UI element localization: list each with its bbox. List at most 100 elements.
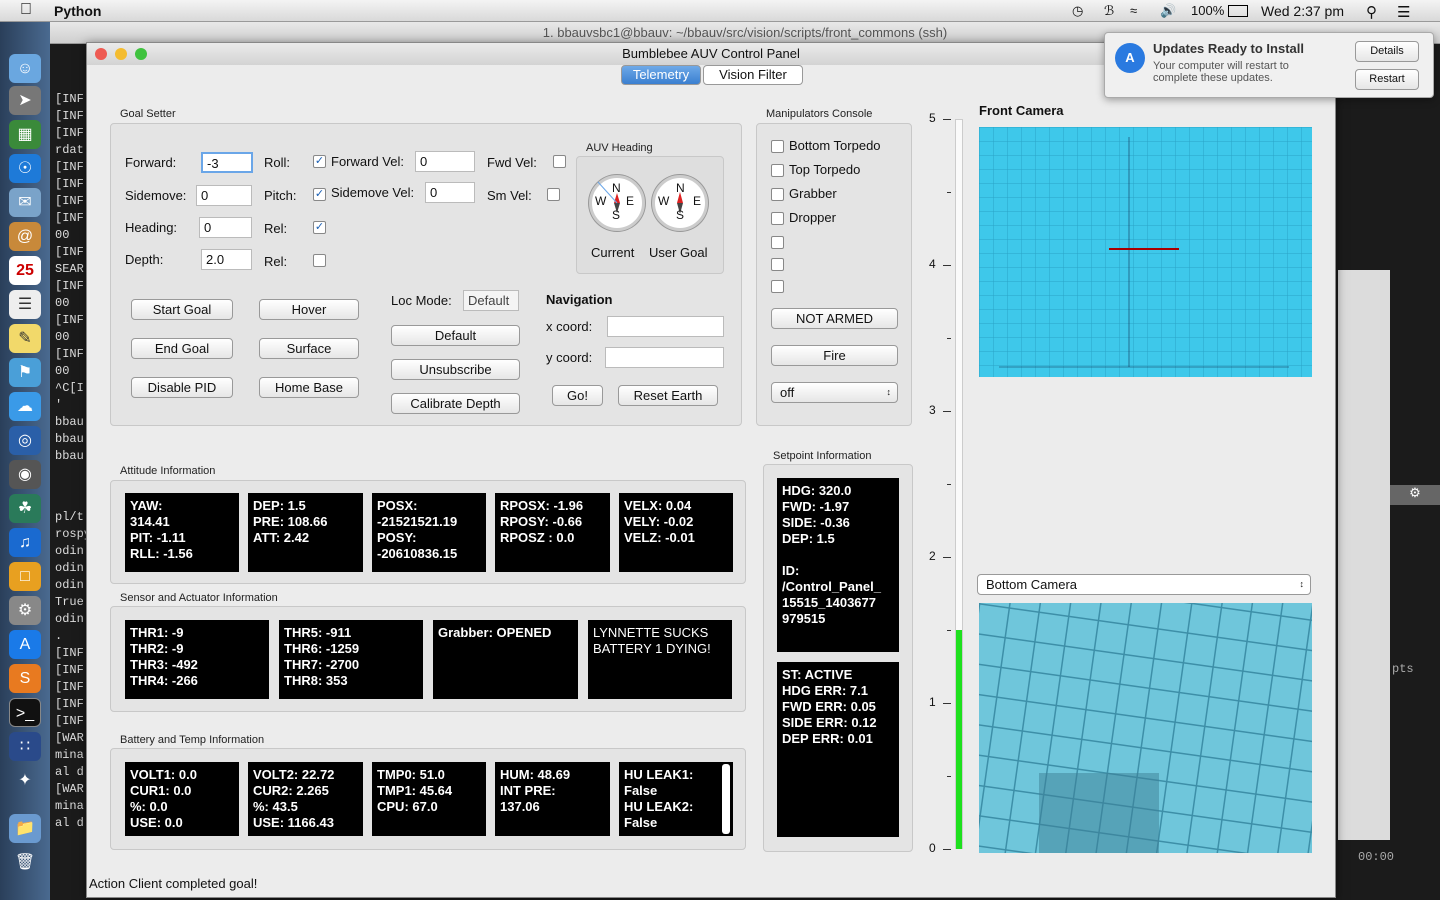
top-torpedo-checkbox[interactable] [771,164,784,177]
rocket-icon[interactable]: ✦ [9,766,41,795]
restart-button[interactable]: Restart [1355,69,1419,90]
launchpad-icon[interactable]: ➤ [9,86,41,115]
ibooks-icon[interactable]: □ [9,562,41,591]
depth-tick [943,119,951,120]
depth-rel-checkbox[interactable] [313,254,326,267]
finder-icon[interactable]: ☺ [9,54,41,83]
system-preferences-icon[interactable]: ⚙ [9,596,41,625]
hover-button[interactable]: Hover [259,299,359,320]
manipulators-title: Manipulators Console [766,108,873,120]
camera-select-value: Bottom Camera [986,577,1078,592]
trash-icon[interactable]: 🗑 [9,848,41,877]
default-button[interactable]: Default [391,325,520,346]
surface-button[interactable]: Surface [259,338,359,359]
reset-earth-button[interactable]: Reset Earth [618,385,718,406]
apple-icon[interactable]:  [20,1,32,19]
sm-vel-checkbox[interactable] [547,188,560,201]
gear-icon[interactable]: ⚙ [1390,485,1440,505]
x-coord-input[interactable] [607,316,724,337]
grabber-checkbox[interactable] [771,188,784,201]
clock[interactable]: Wed 2:37 pm [1261,3,1344,19]
terminal-line: [INF [55,109,84,123]
terminal-line: rdat [55,143,84,157]
spotlight-icon[interactable]: ⚲ [1366,3,1377,21]
terminal-time: 00:00 [1358,850,1395,864]
volume-icon[interactable]: 🔊 [1160,3,1176,19]
details-button[interactable]: Details [1355,41,1419,62]
battery-percent[interactable]: 100% [1191,3,1224,18]
iphoto-icon[interactable]: ☘ [9,494,41,523]
app-menu[interactable]: Python [54,3,101,19]
apps-grid-icon[interactable]: ∷ [9,732,41,761]
tab-telemetry[interactable]: Telemetry [621,65,701,85]
mission-control-icon[interactable]: ▦ [9,120,41,149]
home-base-button[interactable]: Home Base [259,377,359,398]
loc-mode-label: Loc Mode: [391,293,452,308]
navigation-title: Navigation [546,292,613,307]
start-goal-button[interactable]: Start Goal [131,299,233,320]
leak-scrollbar[interactable] [722,764,730,834]
terminal-icon[interactable]: >_ [9,698,41,727]
depth-input[interactable]: 2.0 [201,249,252,270]
time-machine-icon[interactable]: ◷ [1072,3,1083,19]
bottom-torpedo-label: Bottom Torpedo [789,138,881,153]
sidemove-vel-input[interactable]: 0 [425,182,475,203]
notification-center-icon[interactable]: ☰ [1397,3,1410,21]
safari-icon[interactable]: ☉ [9,154,41,183]
contacts-icon[interactable]: @ [9,222,41,251]
bottom-camera-image [979,603,1312,853]
sidemove-input[interactable]: 0 [196,185,252,206]
end-goal-button[interactable]: End Goal [131,338,233,359]
bluetooth-icon[interactable]: ℬ [1104,3,1114,19]
fire-button[interactable]: Fire [771,345,898,366]
unsubscribe-button[interactable]: Unsubscribe [391,359,520,380]
sublime-icon[interactable]: S [9,664,41,693]
heading-rel-checkbox[interactable]: ✓ [313,221,326,234]
terminal-line: al d [55,765,84,779]
front-camera-title: Front Camera [979,103,1064,118]
heading-input[interactable]: 0 [199,217,252,238]
compass-n: N [612,181,621,195]
disable-pid-button[interactable]: Disable PID [131,377,233,398]
facetime-icon[interactable]: ◎ [9,426,41,455]
forward-input[interactable]: -3 [201,152,253,173]
bottom-torpedo-checkbox[interactable] [771,140,784,153]
extra-checkbox-3[interactable] [771,280,784,293]
not-armed-button[interactable]: NOT ARMED [771,308,898,329]
calibrate-depth-button[interactable]: Calibrate Depth [391,393,520,414]
mail-icon[interactable]: ✉ [9,188,41,217]
camera-select[interactable]: Bottom Camera ↕ [977,574,1311,595]
loc-mode-value[interactable]: Default [463,290,519,311]
forward-vel-input[interactable]: 0 [415,151,475,172]
wifi-icon[interactable]: ≈ [1130,3,1137,18]
notes-icon[interactable]: ✎ [9,324,41,353]
photo-booth-icon[interactable]: ◉ [9,460,41,489]
app-store-icon[interactable]: A [9,630,41,659]
dropper-checkbox[interactable] [771,212,784,225]
app-store-icon: A [1115,43,1145,73]
terminal-line: odin [55,612,84,626]
terminal-line: [INF [55,313,84,327]
downloads-folder-icon[interactable]: 📁 [9,814,41,843]
zoom-icon[interactable] [135,48,147,60]
terminal-side-panel [1338,270,1390,840]
maps-icon[interactable]: ⚑ [9,358,41,387]
minimize-icon[interactable] [115,48,127,60]
bottom-camera-view [979,603,1312,853]
manip-mode-select[interactable]: off ↕ [771,382,898,403]
extra-checkbox-1[interactable] [771,236,784,249]
tab-vision-filter[interactable]: Vision Filter [703,65,803,85]
extra-checkbox-2[interactable] [771,258,784,271]
calendar-icon[interactable]: 25 [9,256,41,285]
sidemove-vel-checkbox[interactable]: ✓ [313,188,326,201]
forward-vel-checkbox[interactable]: ✓ [313,155,326,168]
close-icon[interactable] [95,48,107,60]
go-button[interactable]: Go! [552,385,603,406]
y-coord-input[interactable] [605,347,724,368]
itunes-icon[interactable]: ♫ [9,528,41,557]
window-title: Bumblebee AUV Control Panel [622,46,800,61]
front-camera-image [979,127,1312,377]
reminders-icon[interactable]: ☰ [9,290,41,319]
messages-icon[interactable]: ☁ [9,392,41,421]
fwd-vel-checkbox[interactable] [553,155,566,168]
